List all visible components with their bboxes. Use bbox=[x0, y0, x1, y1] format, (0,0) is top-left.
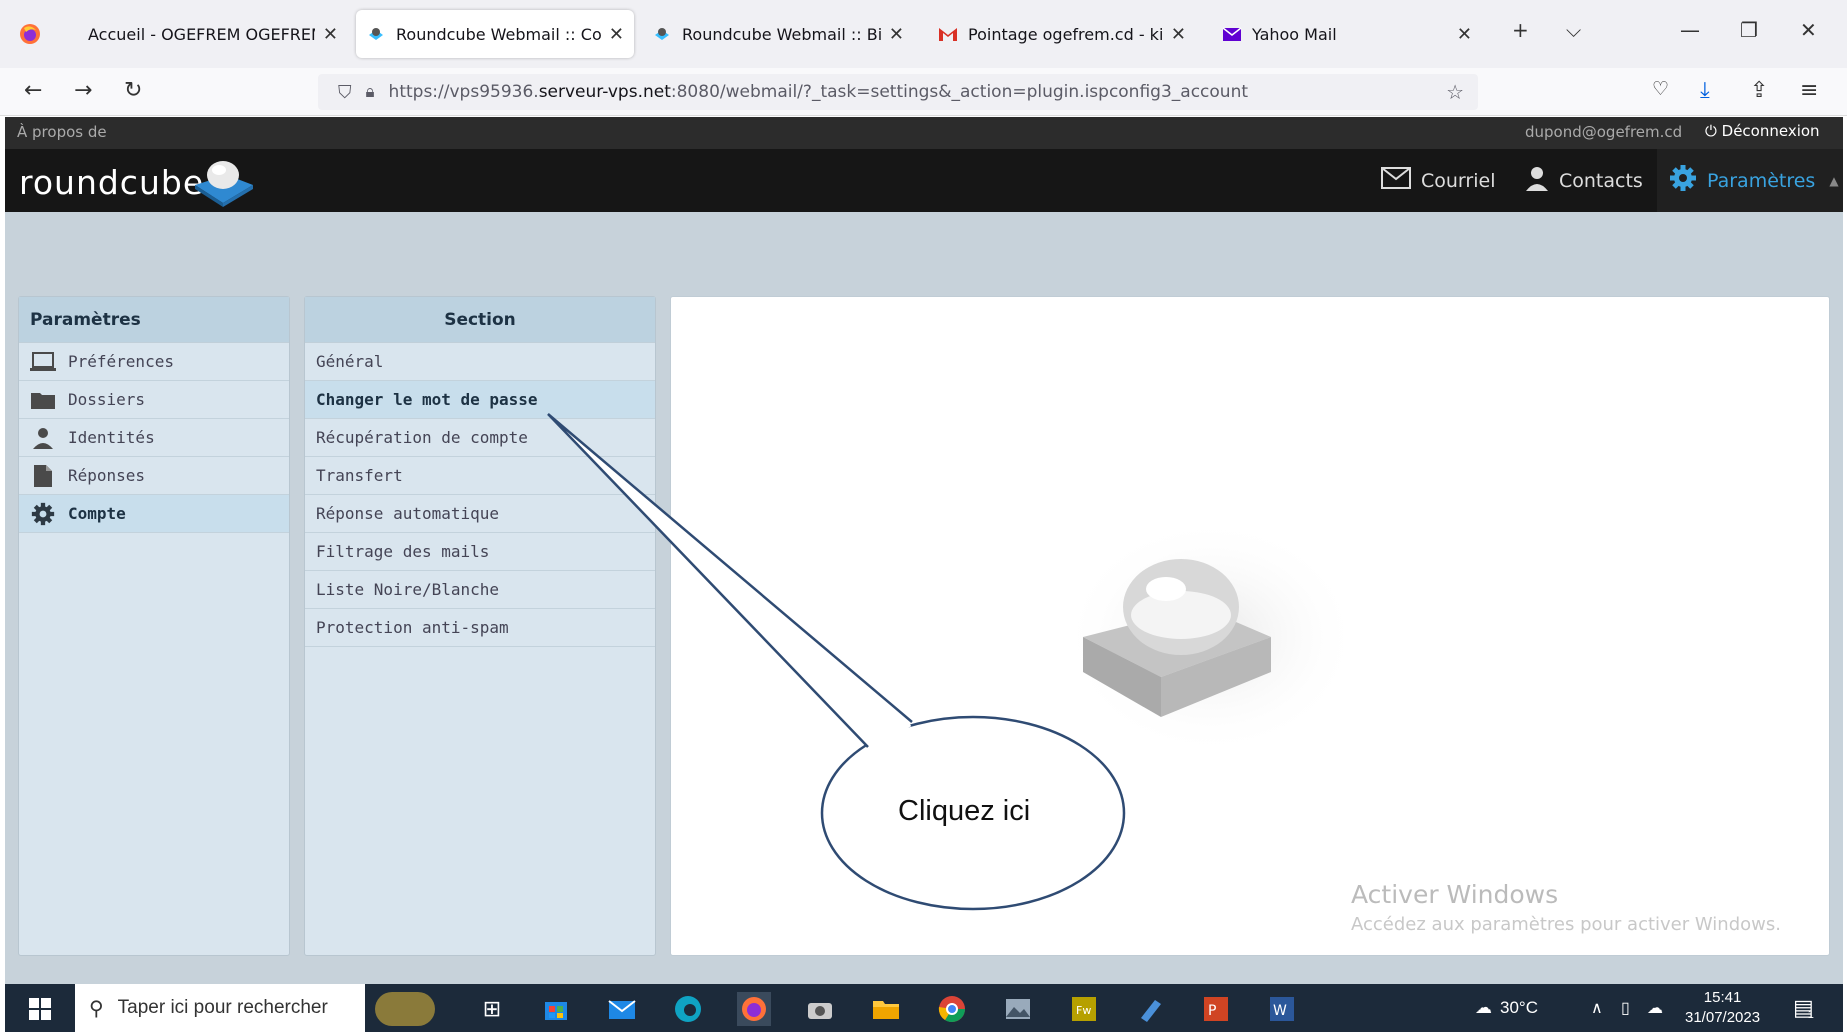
weather-temp: 30°C bbox=[1500, 998, 1538, 1017]
svg-text:P: P bbox=[1208, 1003, 1216, 1019]
edge-icon[interactable] bbox=[671, 992, 705, 1026]
weather-widget[interactable]: ☁ 30°C bbox=[1475, 984, 1538, 1032]
windows-taskbar: ⚲ Taper ici pour rechercher ⊞ Fw P W ☁ 3… bbox=[5, 984, 1843, 1032]
taskbar-search[interactable]: ⚲ Taper ici pour rechercher bbox=[75, 984, 365, 1032]
file-explorer-icon[interactable] bbox=[869, 992, 903, 1026]
callout-annotation bbox=[547, 413, 1126, 911]
fireworks-icon[interactable]: Fw bbox=[1067, 992, 1101, 1026]
tray-chevron-icon[interactable]: ∧ bbox=[1591, 984, 1603, 1032]
clock[interactable]: 15:41 31/07/2023 bbox=[1685, 988, 1760, 1028]
mail-app-icon[interactable] bbox=[605, 992, 639, 1026]
photos-icon[interactable] bbox=[1001, 992, 1035, 1026]
svg-text:Fw: Fw bbox=[1076, 1004, 1091, 1017]
svg-text:W: W bbox=[1273, 1003, 1287, 1019]
chrome-icon[interactable] bbox=[935, 992, 969, 1026]
clock-time: 15:41 bbox=[1703, 989, 1742, 1006]
word-icon[interactable]: W bbox=[1265, 992, 1299, 1026]
firefox-icon[interactable] bbox=[737, 992, 771, 1026]
network-icon[interactable]: ☁ bbox=[1647, 984, 1663, 1032]
store-icon[interactable] bbox=[539, 992, 573, 1026]
task-view-icon[interactable]: ⊞ bbox=[475, 992, 509, 1026]
notification-icon[interactable]: ▤ 1 bbox=[1793, 984, 1814, 1032]
notepad-icon[interactable] bbox=[1133, 992, 1167, 1026]
clock-date: 31/07/2023 bbox=[1685, 1009, 1761, 1026]
search-icon: ⚲ bbox=[89, 997, 104, 1020]
taskbar-search-placeholder: Taper ici pour rechercher bbox=[117, 997, 328, 1018]
search-highlight-icon[interactable] bbox=[375, 992, 435, 1026]
windows-start-icon[interactable] bbox=[23, 992, 57, 1026]
activate-windows-subtitle: Accédez aux paramètres pour activer Wind… bbox=[1351, 914, 1781, 935]
notification-count: 1 bbox=[1807, 1009, 1814, 1021]
cloud-icon: ☁ bbox=[1475, 998, 1492, 1017]
callout-text: Cliquez ici bbox=[898, 795, 1031, 827]
battery-icon[interactable]: ▯ bbox=[1621, 984, 1630, 1032]
camera-app-icon[interactable] bbox=[803, 992, 837, 1026]
activate-windows-title: Activer Windows bbox=[1351, 880, 1559, 909]
powerpoint-icon[interactable]: P bbox=[1199, 992, 1233, 1026]
